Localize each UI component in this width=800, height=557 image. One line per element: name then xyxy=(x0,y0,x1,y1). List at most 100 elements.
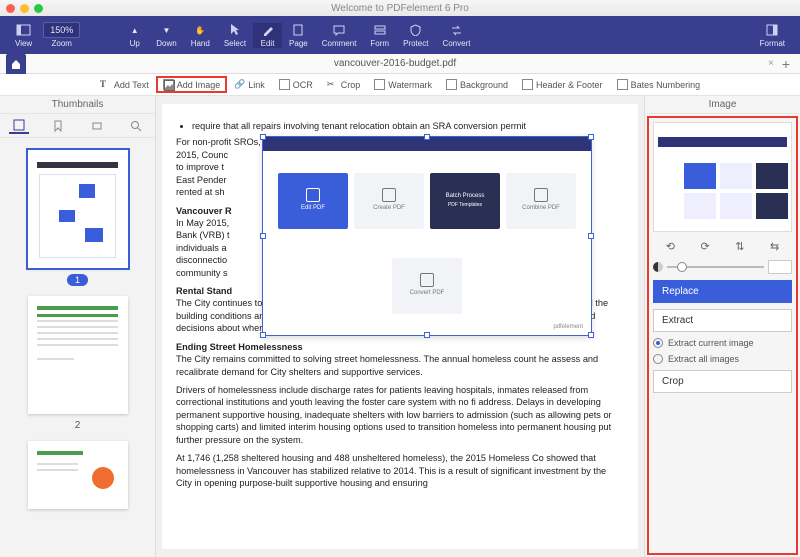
attachments-tab[interactable] xyxy=(87,118,107,134)
ocr-icon xyxy=(279,79,290,90)
tile-create-pdf: Create PDF xyxy=(354,173,424,229)
resize-handle[interactable] xyxy=(424,134,430,140)
background-icon xyxy=(446,79,457,90)
rotate-left-icon[interactable]: ⟲ xyxy=(661,238,679,254)
view-menu[interactable]: View xyxy=(8,23,39,48)
window-title: Welcome to PDFelement 6 Pro xyxy=(331,3,469,14)
add-image-button[interactable]: Add Image xyxy=(157,77,227,92)
background-button[interactable]: Background xyxy=(440,77,514,92)
home-tab[interactable] xyxy=(6,54,26,74)
new-tab-button[interactable]: + xyxy=(778,56,794,72)
flip-horizontal-icon[interactable]: ⇆ xyxy=(766,238,784,254)
form-tool[interactable]: Form xyxy=(363,23,396,48)
page-number-2: 2 xyxy=(75,420,81,431)
view-icon xyxy=(16,23,31,38)
panel-title: Image xyxy=(645,96,800,114)
maximize-window-button[interactable] xyxy=(34,4,43,13)
protect-tool[interactable]: Protect xyxy=(396,23,435,48)
extract-button[interactable]: Extract xyxy=(653,309,792,332)
tile-edit-pdf: Edit PDF xyxy=(278,173,348,229)
convert-tool[interactable]: Convert xyxy=(435,23,477,48)
tile-convert-pdf: Convert PDF xyxy=(392,258,462,314)
document-tab[interactable]: vancouver-2016-budget.pdf xyxy=(26,58,764,69)
hand-tool[interactable]: ✋Hand xyxy=(184,23,217,48)
extract-all-radio[interactable]: Extract all images xyxy=(653,354,792,364)
bates-button[interactable]: Bates Numbering xyxy=(611,77,707,92)
opacity-slider xyxy=(653,260,792,274)
zoom-group: 150% Zoom xyxy=(43,22,80,48)
window-controls xyxy=(6,4,43,13)
replace-button[interactable]: Replace xyxy=(653,280,792,303)
crop-image-button[interactable]: Crop xyxy=(653,370,792,393)
pdf-page: require that all repairs involving tenan… xyxy=(162,104,638,549)
bookmarks-tab[interactable] xyxy=(48,118,68,134)
format-panel[interactable]: Format xyxy=(753,23,792,48)
hand-icon: ✋ xyxy=(193,23,208,38)
ocr-button[interactable]: OCR xyxy=(273,77,319,92)
down-button[interactable]: ▼Down xyxy=(149,23,183,48)
crop-icon: ✂ xyxy=(327,79,338,90)
slider-track[interactable] xyxy=(667,266,764,268)
slider-knob[interactable] xyxy=(677,262,687,272)
comment-tool[interactable]: Comment xyxy=(315,23,364,48)
resize-handle[interactable] xyxy=(588,233,594,239)
rotate-right-icon[interactable]: ⟳ xyxy=(696,238,714,254)
zoom-control: 150% Zoom xyxy=(43,22,80,48)
edit-icon xyxy=(260,23,275,38)
thumbnail-page-2[interactable] xyxy=(28,296,128,414)
radio-icon xyxy=(653,354,663,364)
comment-icon xyxy=(332,23,347,38)
extract-current-radio[interactable]: Extract current image xyxy=(653,338,792,348)
thumbnails-list[interactable]: 1 2 xyxy=(0,138,155,557)
watermark-button[interactable]: Watermark xyxy=(368,77,438,92)
resize-handle[interactable] xyxy=(260,233,266,239)
select-tool[interactable]: Select xyxy=(217,23,253,48)
convert-icon xyxy=(449,23,464,38)
thumbnails-tab[interactable] xyxy=(9,118,29,134)
edit-tool[interactable]: Edit xyxy=(253,23,282,48)
page-icon xyxy=(291,23,306,38)
radio-icon xyxy=(653,338,663,348)
image-preview xyxy=(653,122,792,232)
document-canvas[interactable]: require that all repairs involving tenan… xyxy=(156,96,644,557)
arrow-up-icon: ▲ xyxy=(127,23,142,38)
thumbnails-title: Thumbnails xyxy=(0,96,155,114)
workarea: Thumbnails 1 xyxy=(0,96,800,557)
close-window-button[interactable] xyxy=(6,4,15,13)
thumbnails-tabs xyxy=(0,114,155,138)
header-footer-icon xyxy=(522,79,533,90)
image-icon xyxy=(163,79,174,90)
tile-batch: Batch ProcessPDF Templates xyxy=(430,173,500,229)
resize-handle[interactable] xyxy=(424,332,430,338)
slider-value-input[interactable] xyxy=(768,260,792,274)
thumbnail-page-3[interactable] xyxy=(28,441,128,509)
resize-handle[interactable] xyxy=(588,134,594,140)
flip-vertical-icon[interactable]: ⇅ xyxy=(731,238,749,254)
crop-button[interactable]: ✂Crop xyxy=(321,77,367,92)
close-tab-button[interactable]: × xyxy=(764,58,778,69)
link-button[interactable]: 🔗Link xyxy=(228,77,271,92)
main-toolbar: View 150% Zoom ▲Up ▼Down ✋Hand Select Ed… xyxy=(0,16,800,54)
resize-handle[interactable] xyxy=(260,134,266,140)
link-icon: 🔗 xyxy=(234,79,245,90)
watermark-icon xyxy=(374,79,385,90)
inserted-image[interactable]: Edit PDF Create PDF Batch ProcessPDF Tem… xyxy=(262,136,592,336)
zoom-value[interactable]: 150% xyxy=(43,22,80,38)
up-button[interactable]: ▲Up xyxy=(120,23,149,48)
thumbnails-panel: Thumbnails 1 xyxy=(0,96,156,557)
format-icon xyxy=(765,23,780,38)
header-footer-button[interactable]: Header & Footer xyxy=(516,77,609,92)
search-tab[interactable] xyxy=(126,118,146,134)
page-badge-1: 1 xyxy=(67,274,88,286)
arrow-down-icon: ▼ xyxy=(159,23,174,38)
thumbnail-page-1[interactable] xyxy=(28,150,128,268)
resize-handle[interactable] xyxy=(588,332,594,338)
resize-handle[interactable] xyxy=(260,332,266,338)
text-icon: T xyxy=(100,79,111,90)
minimize-window-button[interactable] xyxy=(20,4,29,13)
cursor-icon xyxy=(227,23,242,38)
add-text-button[interactable]: TAdd Text xyxy=(94,77,155,92)
edit-toolbar: TAdd Text Add Image 🔗Link OCR ✂Crop Wate… xyxy=(0,74,800,96)
transform-icons: ⟲ ⟳ ⇅ ⇆ xyxy=(653,238,792,254)
page-tool[interactable]: Page xyxy=(282,23,315,48)
